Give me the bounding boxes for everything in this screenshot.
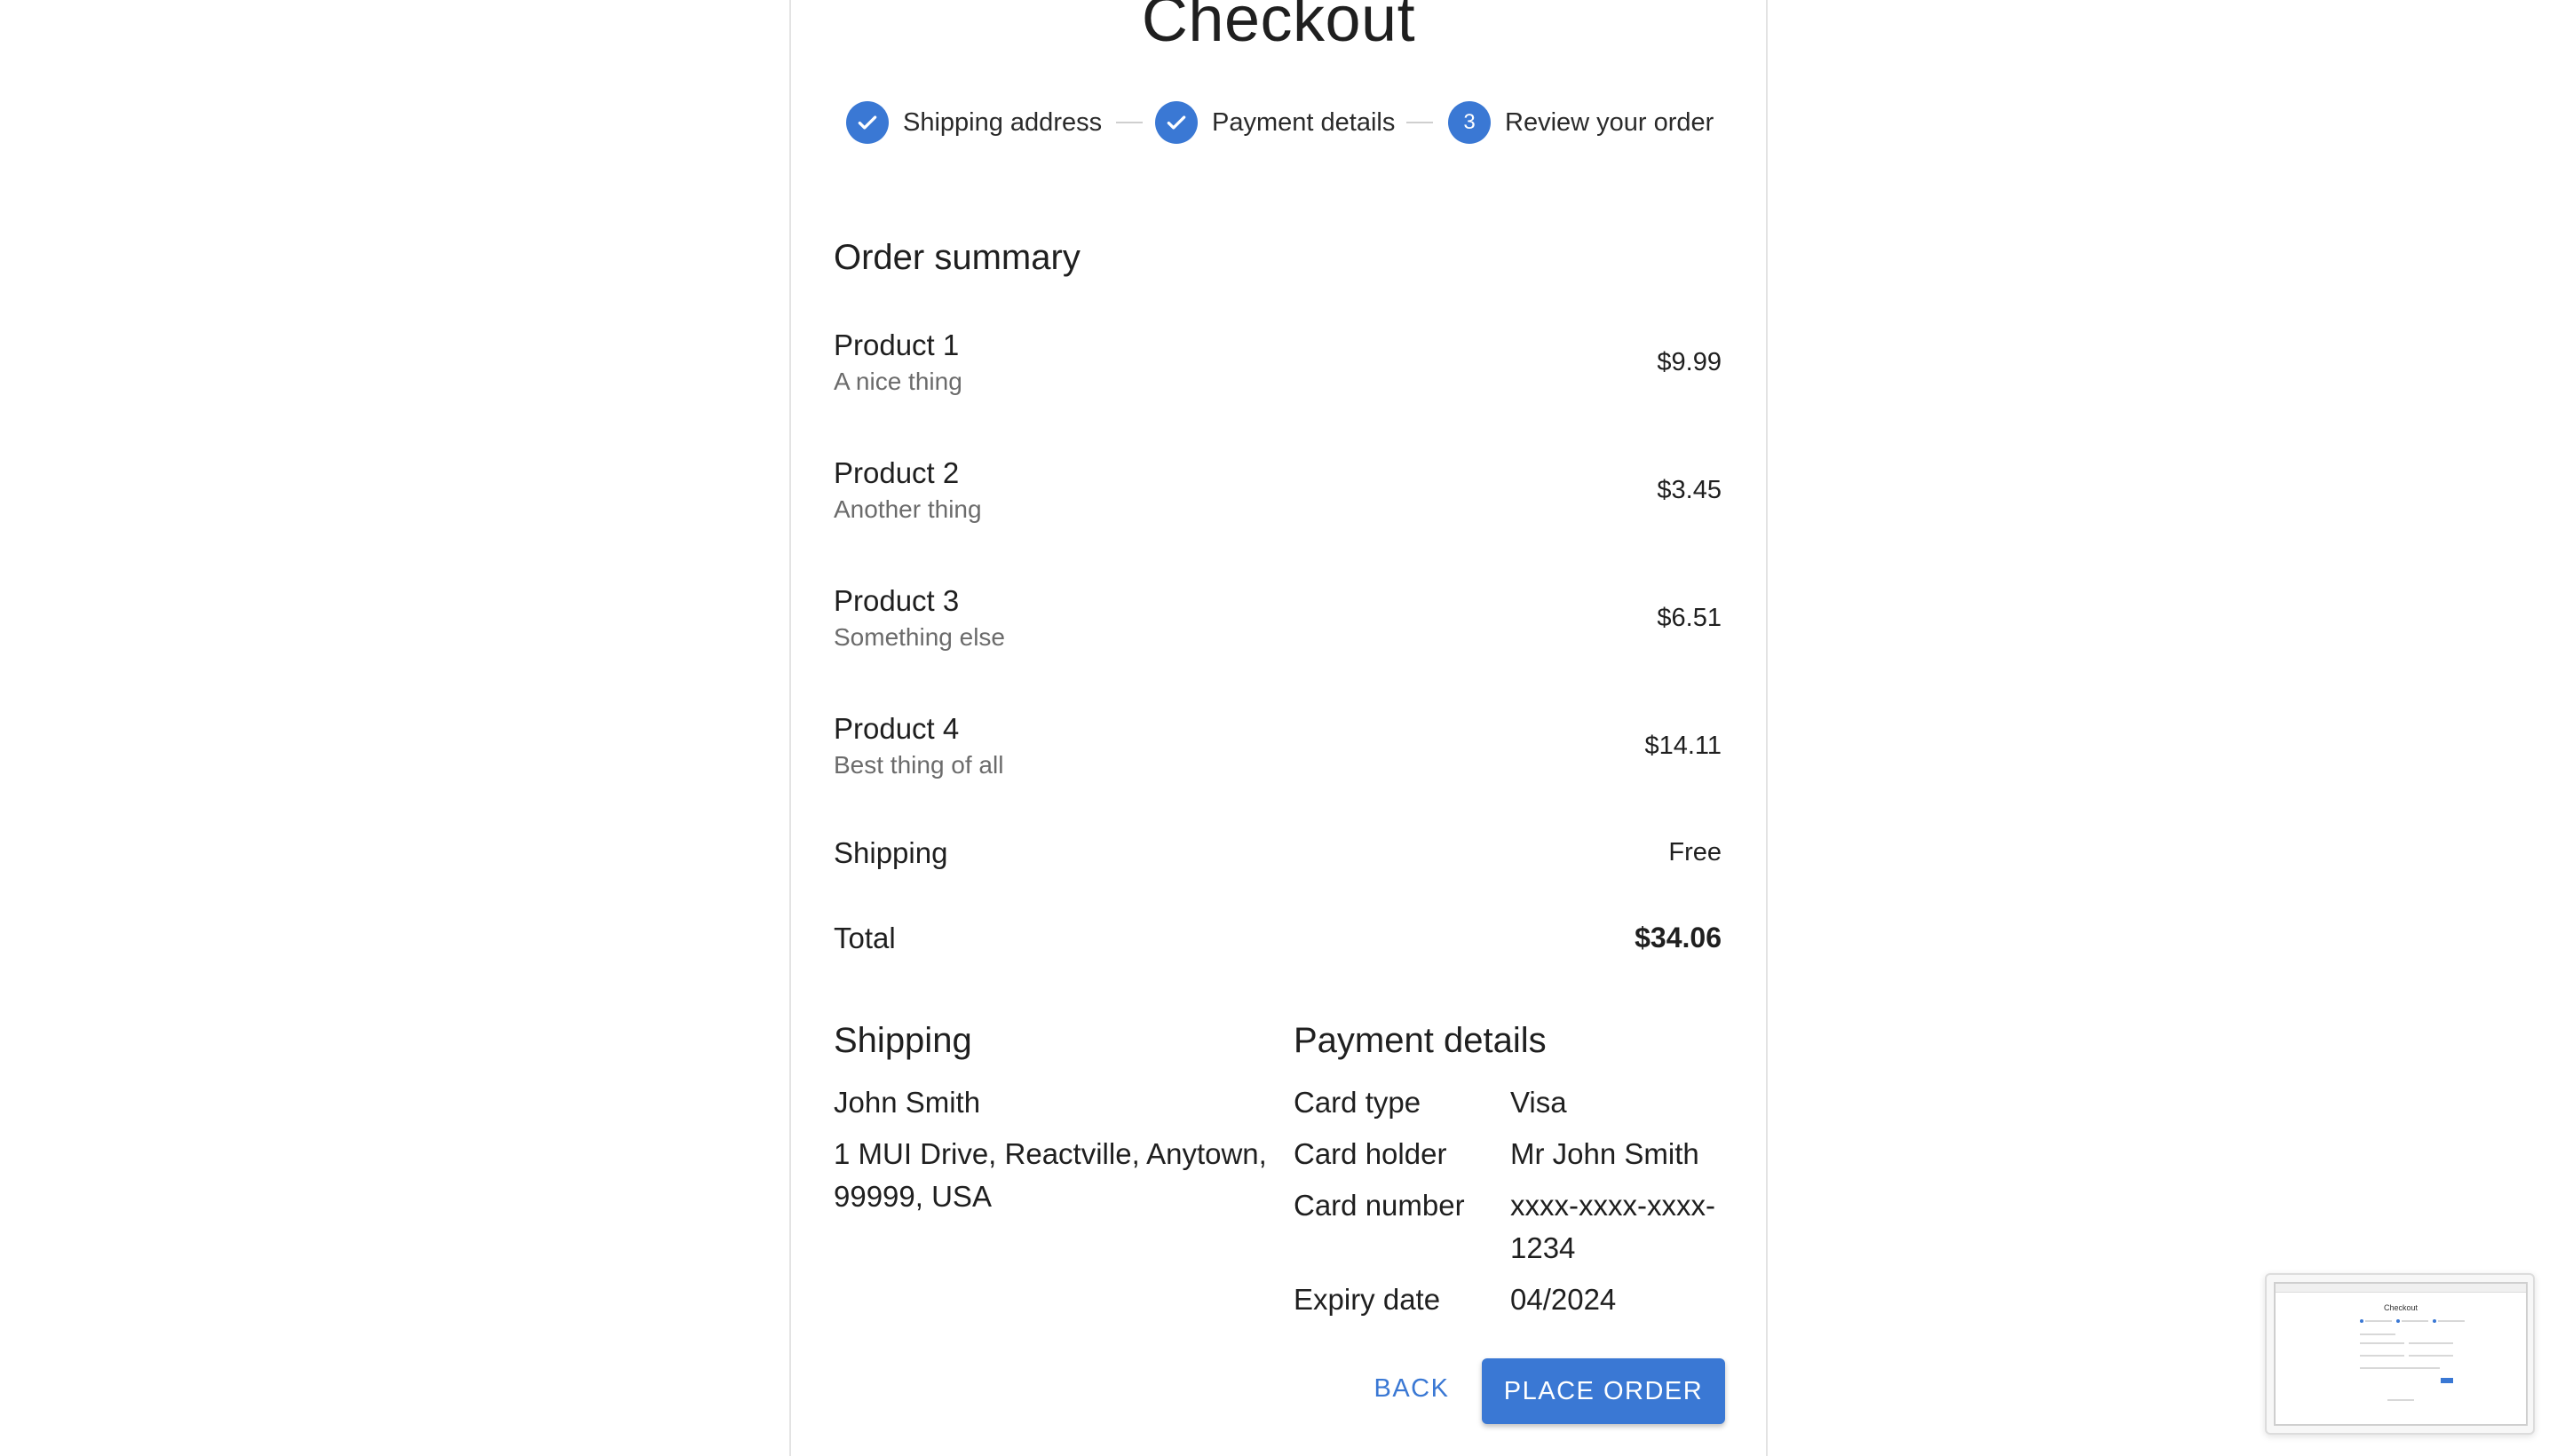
shipping-name: John Smith	[834, 1086, 981, 1119]
thumbnail-line	[2365, 1320, 2392, 1322]
thumbnail-button	[2441, 1378, 2453, 1383]
thumbnail-step-dot	[2360, 1319, 2363, 1323]
total-value: $34.06	[1635, 922, 1722, 954]
order-summary-title: Order summary	[834, 238, 1081, 277]
thumbnail-preview-image: Checkout	[2274, 1282, 2528, 1426]
card-holder-label: Card holder	[1294, 1137, 1447, 1170]
product-name: Product 3	[834, 584, 960, 617]
total-label: Total	[834, 922, 896, 954]
product-price: $14.11	[1644, 732, 1722, 760]
check-icon	[846, 101, 889, 144]
shipping-cost-label: Shipping	[834, 836, 948, 869]
product-name: Product 2	[834, 456, 960, 489]
thumbnail-line	[2402, 1320, 2428, 1322]
product-price: $6.51	[1657, 604, 1722, 632]
thumbnail-line	[2360, 1333, 2395, 1335]
card-holder-value: Mr John Smith	[1510, 1137, 1699, 1170]
thumbnail-toolbar	[2276, 1284, 2526, 1293]
step-label: Review your order	[1505, 107, 1714, 137]
product-price: $3.45	[1657, 476, 1722, 504]
step-review-order: 3 Review your order	[1448, 101, 1714, 144]
thumbnail-step-dot	[2433, 1319, 2436, 1323]
checkout-stepper: Shipping address Payment details 3 Revie…	[791, 101, 1766, 144]
shipping-section-title: Shipping	[834, 1021, 972, 1060]
step-connector	[1406, 122, 1433, 123]
thumbnail-line	[2387, 1399, 2414, 1401]
thumbnail-title: Checkout	[2383, 1303, 2418, 1312]
product-description: A nice thing	[834, 368, 962, 395]
expiry-date-value: 04/2024	[1510, 1283, 1617, 1316]
card-number-value: xxxx-xxxx-xxxx-	[1510, 1189, 1715, 1222]
thumbnail-step-dot	[2396, 1319, 2400, 1323]
payment-section-title: Payment details	[1294, 1021, 1547, 1060]
card-number-label: Card number	[1294, 1189, 1465, 1222]
product-description: Another thing	[834, 495, 982, 523]
step-number-icon: 3	[1448, 101, 1491, 144]
step-label: Shipping address	[903, 107, 1103, 137]
thumbnail-line	[2360, 1342, 2404, 1344]
product-price: $9.99	[1657, 348, 1722, 376]
page-title: Checkout	[1141, 0, 1416, 55]
shipping-cost-value: Free	[1668, 838, 1722, 866]
card-type-value: Visa	[1510, 1086, 1567, 1119]
checkout-paper: Checkout Shipping address Payment detail…	[789, 0, 1768, 1456]
shipping-address-line2: 99999, USA	[834, 1180, 992, 1213]
thumbnail-line	[2409, 1342, 2453, 1344]
product-name: Product 4	[834, 712, 960, 745]
product-description: Something else	[834, 623, 1006, 651]
step-connector	[1116, 122, 1143, 123]
back-button[interactable]: BACK	[1365, 1357, 1459, 1420]
check-icon	[1155, 101, 1198, 144]
product-description: Best thing of all	[834, 751, 1004, 779]
thumbnail-line	[2360, 1355, 2404, 1357]
card-type-label: Card type	[1294, 1086, 1421, 1119]
step-label: Payment details	[1212, 107, 1396, 137]
thumbnail-line	[2409, 1355, 2453, 1357]
step-shipping-address: Shipping address	[846, 101, 1102, 144]
place-order-button[interactable]: PLACE ORDER	[1482, 1358, 1725, 1424]
card-number-value-line2: 1234	[1510, 1231, 1576, 1264]
preview-thumbnail[interactable]: Checkout	[2265, 1273, 2535, 1435]
step-payment-details: Payment details	[1155, 101, 1395, 144]
thumbnail-line	[2438, 1320, 2465, 1322]
thumbnail-line	[2360, 1367, 2440, 1369]
shipping-address-line1: 1 MUI Drive, Reactville, Anytown,	[834, 1137, 1267, 1170]
expiry-date-label: Expiry date	[1294, 1283, 1441, 1316]
product-name: Product 1	[834, 328, 960, 361]
